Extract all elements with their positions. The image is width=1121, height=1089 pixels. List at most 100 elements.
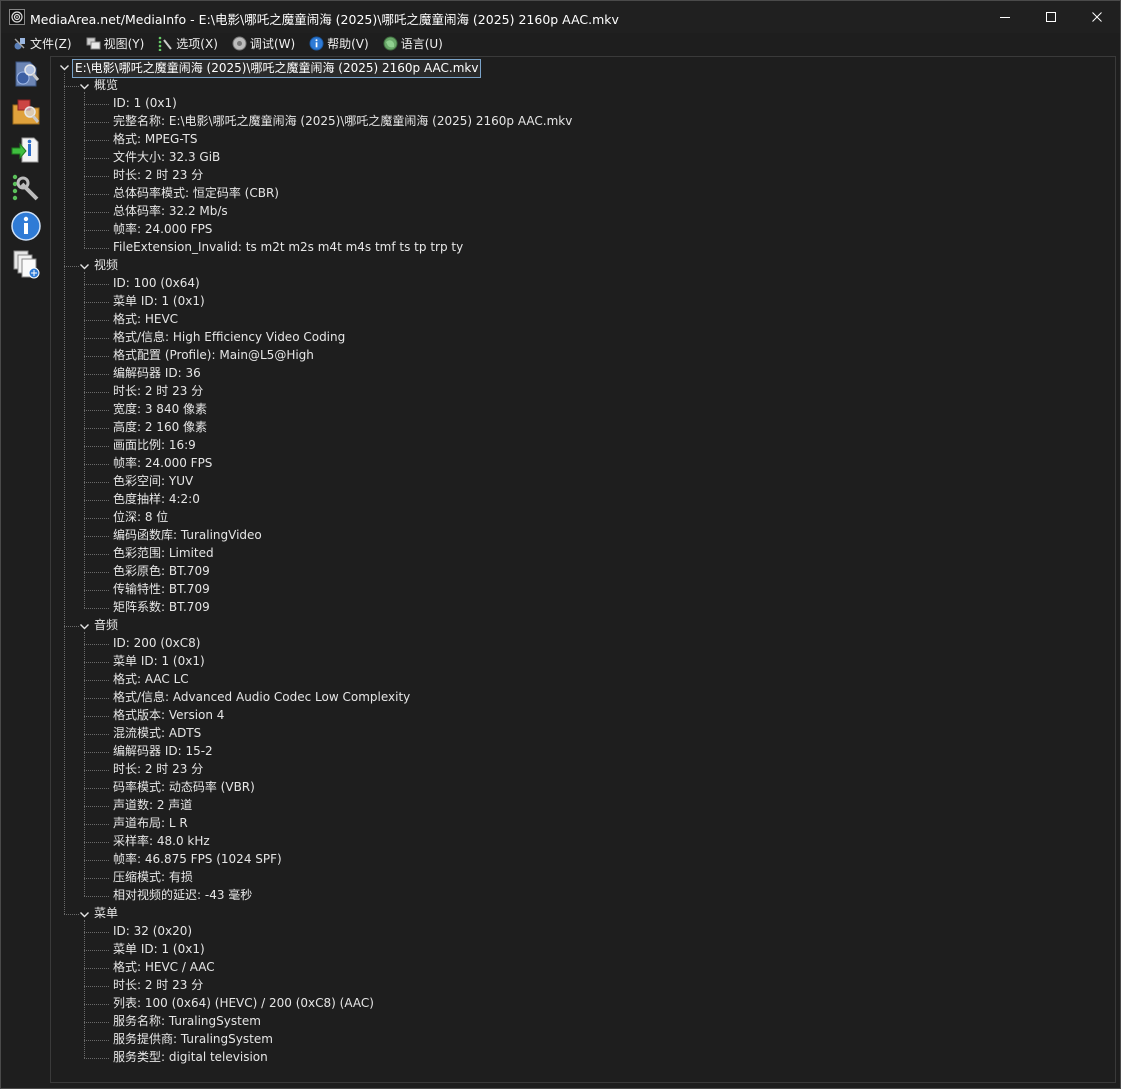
tree-item[interactable]: 菜单 ID: 1 (0x1) [113,654,205,670]
chevron-down-icon[interactable] [79,81,90,92]
tree-connector [84,392,109,393]
tree-item[interactable]: 时长: 2 时 23 分 [113,384,203,400]
tree-item[interactable]: 菜单 ID: 1 (0x1) [113,942,205,958]
tree-item[interactable]: 传输特性: BT.709 [113,582,210,598]
tree-item[interactable]: 完整名称: E:\电影\哪吒之魔童闹海 (2025)\哪吒之魔童闹海 (2025… [113,114,572,130]
tree-item[interactable]: 格式/信息: High Efficiency Video Coding [113,330,345,346]
tree-item[interactable]: 时长: 2 时 23 分 [113,762,203,778]
tree-item[interactable]: 格式: HEVC / AAC [113,960,215,976]
tree-item[interactable]: 帧率: 46.875 FPS (1024 SPF) [113,852,282,868]
tree-view[interactable]: E:\电影\哪吒之魔童闹海 (2025)\哪吒之魔童闹海 (2025) 2160… [50,56,1116,1083]
menu-view[interactable]: 视图(Y) [83,33,150,53]
tree-item[interactable]: 色度抽样: 4:2:0 [113,492,200,508]
export-button[interactable] [8,133,44,167]
tree-item[interactable]: 声道布局: L R [113,816,188,832]
menu-options-label: 选项(X) [176,36,218,51]
tree-item[interactable]: 编解码器 ID: 15-2 [113,744,213,760]
tree-item[interactable]: 编码函数库: TuralingVideo [113,528,262,544]
tree-item[interactable]: 相对视频的延迟: -43 毫秒 [113,888,252,904]
tree-connector [64,266,79,267]
tree-item[interactable]: 码率模式: 动态码率 (VBR) [113,780,255,796]
tree-section-label[interactable]: 视频 [94,258,118,274]
menu-language[interactable]: 语言(U) [380,33,448,53]
tree-connector [84,92,85,248]
menu-help[interactable]: 帮助(V) [306,33,374,53]
tree-item[interactable]: 色彩空间: YUV [113,474,193,490]
tree-section-label[interactable]: 菜单 [94,906,118,922]
tree-item[interactable]: 色彩范围: Limited [113,546,214,562]
tree-item[interactable]: 帧率: 24.000 FPS [113,456,212,472]
tree-connector [84,122,109,123]
tree-item[interactable]: 总体码率: 32.2 Mb/s [113,204,228,220]
menu-debug[interactable]: 调试(W) [229,33,300,53]
chevron-down-icon[interactable] [79,909,90,920]
tree-item[interactable]: ID: 100 (0x64) [113,276,200,292]
tree-item[interactable]: 采样率: 48.0 kHz [113,834,210,850]
tree-item[interactable]: 格式: HEVC [113,312,178,328]
tree-item[interactable]: ID: 200 (0xC8) [113,636,200,652]
tree-connector [84,194,109,195]
chevron-down-icon[interactable] [59,62,70,73]
tree-item[interactable]: 时长: 2 时 23 分 [113,978,203,994]
tree-connector [84,482,109,483]
tree-item[interactable]: 矩阵系数: BT.709 [113,600,210,616]
tree-connector [64,73,65,914]
knowledge-base-button[interactable] [8,247,44,281]
menu-file[interactable]: 文件(Z) [9,33,77,53]
about-button[interactable] [8,209,44,243]
tree-connector [84,446,109,447]
tree-item[interactable]: 格式配置 (Profile): Main@L5@High [113,348,314,364]
tree-item[interactable]: 服务提供商: TuralingSystem [113,1032,273,1048]
tree-item[interactable]: FileExtension_Invalid: ts m2t m2s m4t m4… [113,240,463,256]
preferences-button[interactable] [8,171,44,205]
tree-connector [84,950,109,951]
tree-item[interactable]: 格式: AAC LC [113,672,189,688]
minimize-button[interactable] [982,1,1028,33]
tree-item[interactable]: 格式: MPEG-TS [113,132,198,148]
tree-item[interactable]: 文件大小: 32.3 GiB [113,150,220,166]
chevron-down-icon[interactable] [79,261,90,272]
mediainfo-window: MediaArea.net/MediaInfo - E:\电影\哪吒之魔童闹海 … [0,0,1121,1089]
maximize-button[interactable] [1028,1,1074,33]
chevron-down-icon[interactable] [79,621,90,632]
tree-item[interactable]: 编解码器 ID: 36 [113,366,201,382]
close-button[interactable] [1074,1,1120,33]
tree-item[interactable]: 宽度: 3 840 像素 [113,402,207,418]
tree-item[interactable]: 色彩原色: BT.709 [113,564,210,580]
tree-item[interactable]: 格式/信息: Advanced Audio Codec Low Complexi… [113,690,410,706]
tree-item[interactable]: 服务类型: digital television [113,1050,268,1066]
tree-item[interactable]: ID: 32 (0x20) [113,924,192,940]
tree-connector [84,158,109,159]
tree-item[interactable]: 帧率: 24.000 FPS [113,222,212,238]
tree-item[interactable]: 列表: 100 (0x64) (HEVC) / 200 (0xC8) (AAC) [113,996,374,1012]
tree-connector [84,1058,109,1059]
tree-connector [84,302,109,303]
tree-connector [84,716,109,717]
tree-item[interactable]: 时长: 2 时 23 分 [113,168,203,184]
open-folder-button[interactable] [8,95,44,129]
tree-connector [84,824,109,825]
tree-item[interactable]: ID: 1 (0x1) [113,96,177,112]
tree-item[interactable]: 总体码率模式: 恒定码率 (CBR) [113,186,279,202]
tree-connector [84,104,109,105]
tree-item[interactable]: 声道数: 2 声道 [113,798,192,814]
menu-options[interactable]: 选项(X) [155,33,223,53]
tree-connector [84,1022,109,1023]
view-menu-icon [86,37,101,49]
open-file-button[interactable] [8,57,44,91]
tree-item[interactable]: 混流模式: ADTS [113,726,201,742]
tree-item[interactable]: 画面比例: 16:9 [113,438,196,454]
tree-item[interactable]: 菜单 ID: 1 (0x1) [113,294,205,310]
tree-root-file[interactable]: E:\电影\哪吒之魔童闹海 (2025)\哪吒之魔童闹海 (2025) 2160… [72,59,482,78]
tree-item[interactable]: 压缩模式: 有损 [113,870,193,886]
tree-item[interactable]: 格式版本: Version 4 [113,708,224,724]
tree-item[interactable]: 位深: 8 位 [113,510,168,526]
tree-item[interactable]: 服务名称: TuralingSystem [113,1014,261,1030]
tree-item[interactable]: 高度: 2 160 像素 [113,420,207,436]
left-toolbar [2,55,48,1085]
minimize-icon [1000,17,1010,18]
title-bar[interactable]: MediaArea.net/MediaInfo - E:\电影\哪吒之魔童闹海 … [1,1,1120,33]
tree-connector [64,914,79,915]
tree-section-label[interactable]: 音频 [94,618,118,634]
tree-section-label[interactable]: 概览 [94,78,118,94]
